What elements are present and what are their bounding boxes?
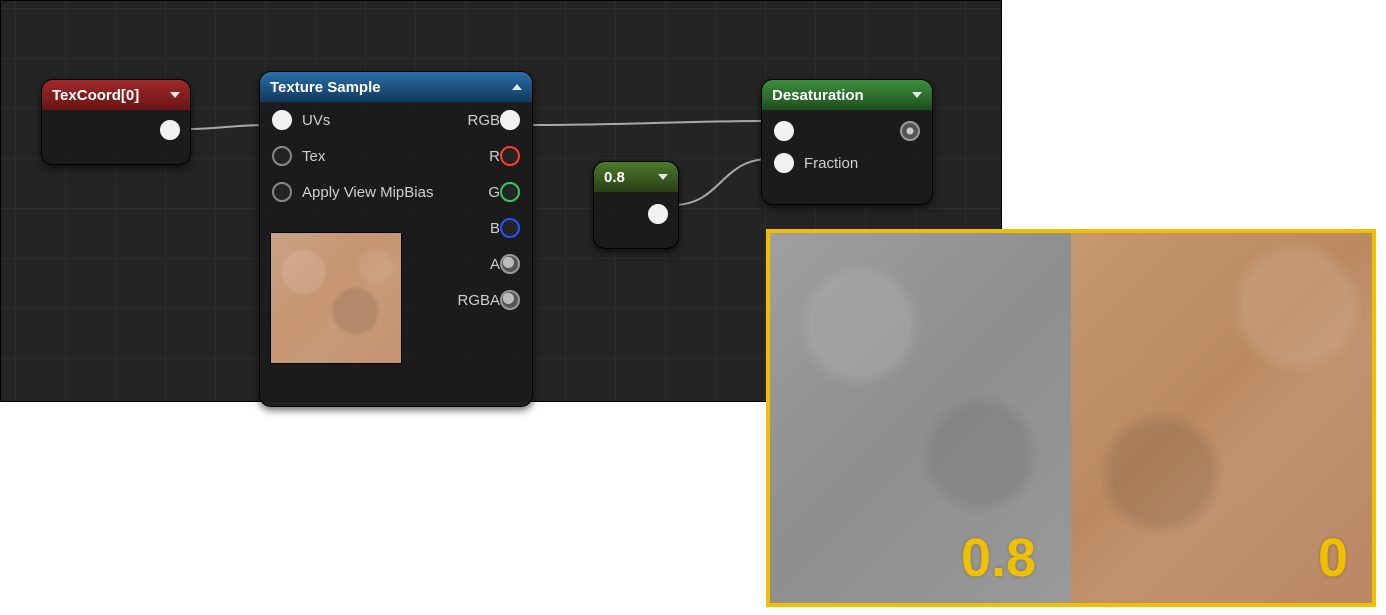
node-title: Desaturation <box>772 87 864 104</box>
node-body <box>594 192 678 248</box>
input-pin[interactable] <box>774 153 794 173</box>
result-preview: 0.8 0 <box>766 229 1376 607</box>
output-r[interactable]: R <box>260 138 532 174</box>
node-title: TexCoord[0] <box>52 87 139 104</box>
chevron-down-icon[interactable] <box>658 174 668 180</box>
stage: TexCoord[0] Texture Sample UVs <box>0 0 1386 615</box>
output-pin[interactable] <box>500 182 520 202</box>
node-body <box>42 110 190 164</box>
node-header-desaturation[interactable]: Desaturation <box>762 80 932 110</box>
node-header-texture-sample[interactable]: Texture Sample <box>260 72 532 102</box>
node-texcoord[interactable]: TexCoord[0] <box>41 79 191 165</box>
output-pin[interactable] <box>500 290 520 310</box>
input-pin-color[interactable] <box>774 121 794 141</box>
pin-label: RGB <box>467 112 500 129</box>
output-pin[interactable] <box>500 146 520 166</box>
pin-label: A <box>490 256 500 273</box>
pin-label: B <box>490 220 500 237</box>
desat-top-row <box>762 116 932 146</box>
overlay-label-left: 0.8 <box>961 527 1036 589</box>
output-pin[interactable] <box>500 218 520 238</box>
node-body: Fraction <box>762 110 932 204</box>
output-g[interactable]: G <box>260 174 532 210</box>
output-pin[interactable] <box>500 254 520 274</box>
node-header-texcoord[interactable]: TexCoord[0] <box>42 80 190 110</box>
texture-preview[interactable] <box>270 232 402 364</box>
node-title: Texture Sample <box>270 79 381 96</box>
overlay-label-right: 0 <box>1318 527 1348 589</box>
output-pin[interactable] <box>500 110 520 130</box>
node-title: 0.8 <box>604 169 625 186</box>
pin-label: Fraction <box>804 155 858 172</box>
chevron-down-icon[interactable] <box>170 92 180 98</box>
chevron-up-icon[interactable] <box>512 84 522 90</box>
pin-label: RGBA <box>457 292 500 309</box>
input-fraction[interactable]: Fraction <box>762 146 932 180</box>
node-texture-sample[interactable]: Texture Sample UVs Tex Apply View MipB <box>259 71 533 407</box>
output-pin[interactable] <box>900 121 920 141</box>
node-desaturation[interactable]: Desaturation Fraction <box>761 79 933 205</box>
pin-label: G <box>488 184 500 201</box>
output-pin[interactable] <box>648 204 668 224</box>
output-rgb[interactable]: RGB <box>260 102 532 138</box>
chevron-down-icon[interactable] <box>912 92 922 98</box>
node-body: UVs Tex Apply View MipBias RGB <box>260 102 532 406</box>
output-pin[interactable] <box>160 120 180 140</box>
node-constant[interactable]: 0.8 <box>593 161 679 249</box>
pin-label: R <box>489 148 500 165</box>
node-header-constant[interactable]: 0.8 <box>594 162 678 192</box>
